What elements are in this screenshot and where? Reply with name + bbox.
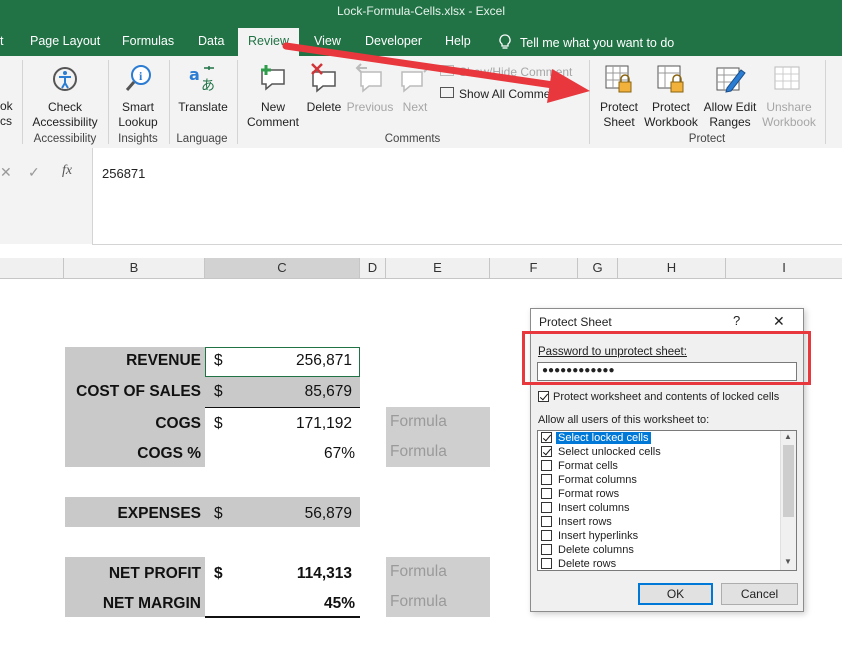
permission-item[interactable]: Insert hyperlinks — [538, 529, 779, 543]
permission-item[interactable]: Select unlocked cells — [538, 445, 779, 459]
permission-label: Select locked cells — [556, 432, 651, 444]
protect-contents-option[interactable]: Protect worksheet and contents of locked… — [538, 391, 779, 403]
allow-users-label: Allow all users of this worksheet to: — [538, 414, 710, 426]
permissions-list[interactable]: Select locked cells Select unlocked cells… — [537, 430, 797, 571]
column-header-d[interactable]: D — [360, 258, 386, 278]
scroll-up-icon[interactable]: ▲ — [784, 432, 792, 441]
close-icon[interactable]: ✕ — [773, 313, 785, 330]
scrollbar-thumb[interactable] — [783, 445, 794, 517]
dialog-title: Protect Sheet — [539, 315, 612, 329]
password-highlight-box — [522, 331, 811, 385]
permission-label: Insert columns — [558, 502, 630, 514]
protect-contents-label: Protect worksheet and contents of locked… — [553, 391, 780, 403]
column-header-c[interactable]: C — [205, 258, 360, 278]
column-header-e[interactable]: E — [386, 258, 490, 278]
net-profit-label: NET PROFIT — [108, 565, 201, 582]
column-header-f[interactable]: F — [490, 258, 578, 278]
net-margin-value[interactable]: 45% — [230, 595, 355, 613]
column-headers: B C D E F G H I — [0, 258, 842, 279]
ok-button[interactable]: OK — [638, 583, 713, 605]
permission-label: Delete columns — [558, 544, 634, 556]
column-header-h[interactable]: H — [618, 258, 726, 278]
permission-label: Insert hyperlinks — [558, 530, 639, 542]
net-profit-value[interactable]: 114,313 — [230, 565, 352, 583]
cogs-currency: $ — [214, 415, 223, 432]
formula-value: 256871 — [102, 166, 146, 181]
formula-input[interactable]: 256871 — [92, 148, 842, 245]
permission-label: Format columns — [558, 474, 637, 486]
permission-label: Select unlocked cells — [558, 446, 661, 458]
permission-checkbox[interactable] — [541, 558, 552, 569]
confirm-entry-icon[interactable]: ✓ — [28, 164, 40, 181]
formula-bar: ✕ ✓ fx 256871 — [0, 148, 842, 259]
cost-of-sales-currency: $ — [214, 383, 223, 400]
permission-checkbox[interactable] — [541, 474, 552, 485]
cancel-button[interactable]: Cancel — [721, 583, 798, 605]
formula-cell-net-margin[interactable]: Formula — [386, 587, 490, 617]
cogs-pct-label: COGS % — [137, 445, 201, 462]
permission-checkbox[interactable] — [541, 502, 552, 513]
insert-function-icon[interactable]: fx — [62, 163, 72, 179]
cost-of-sales-value[interactable]: 85,679 — [230, 383, 352, 401]
permission-item[interactable]: Format cells — [538, 459, 779, 473]
permission-item[interactable]: Insert rows — [538, 515, 779, 529]
net-margin-label: NET MARGIN — [102, 595, 201, 612]
permission-item[interactable]: Delete columns — [538, 543, 779, 557]
permission-item[interactable]: Insert columns — [538, 501, 779, 515]
permissions-items: Select locked cells Select unlocked cells… — [538, 431, 779, 570]
column-header-i[interactable]: I — [726, 258, 842, 278]
permission-checkbox[interactable] — [541, 432, 552, 443]
formula-bar-controls: ✕ ✓ fx — [0, 148, 93, 244]
net-profit-currency: $ — [214, 565, 223, 582]
expenses-label: EXPENSES — [117, 505, 201, 522]
revenue-currency: $ — [214, 352, 223, 369]
cost-of-sales-label: COST OF SALES — [76, 383, 201, 400]
expenses-value[interactable]: 56,879 — [230, 505, 352, 523]
permission-label: Insert rows — [558, 516, 612, 528]
permission-label: Delete rows — [558, 558, 617, 570]
column-header-partial[interactable] — [0, 258, 64, 278]
list-scrollbar[interactable]: ▲ ▼ — [780, 431, 796, 570]
cogs-label: COGS — [155, 415, 201, 432]
column-header-b[interactable]: B — [64, 258, 205, 278]
permission-checkbox[interactable] — [541, 460, 552, 471]
permission-checkbox[interactable] — [541, 516, 552, 527]
cogs-pct-value[interactable]: 67% — [230, 445, 355, 463]
cogs-top-border — [205, 407, 360, 408]
permission-item[interactable]: Select locked cells — [538, 431, 779, 445]
permission-label: Format rows — [558, 488, 620, 500]
cancel-entry-icon[interactable]: ✕ — [0, 164, 12, 181]
cogs-value[interactable]: 171,192 — [230, 415, 352, 433]
net-margin-bottom-border — [205, 616, 360, 618]
permission-checkbox[interactable] — [541, 530, 552, 541]
column-header-g[interactable]: G — [578, 258, 618, 278]
formula-cell-net-profit[interactable]: Formula — [386, 557, 490, 587]
help-button[interactable]: ? — [733, 313, 740, 328]
permission-checkbox[interactable] — [541, 488, 552, 499]
expenses-currency: $ — [214, 505, 223, 522]
formula-cell-cogs[interactable]: Formula — [386, 407, 490, 437]
revenue-value[interactable]: 256,871 — [230, 352, 352, 370]
permission-label: Format cells — [558, 460, 618, 472]
permission-item[interactable]: Delete rows — [538, 557, 779, 570]
scroll-down-icon[interactable]: ▼ — [784, 557, 792, 566]
protect-contents-checkbox[interactable] — [538, 391, 549, 402]
permission-checkbox[interactable] — [541, 446, 552, 457]
formula-cell-cogs-pct[interactable]: Formula — [386, 437, 490, 467]
revenue-label: REVENUE — [126, 352, 201, 369]
permission-item[interactable]: Format columns — [538, 473, 779, 487]
permission-item[interactable]: Format rows — [538, 487, 779, 501]
permission-checkbox[interactable] — [541, 544, 552, 555]
